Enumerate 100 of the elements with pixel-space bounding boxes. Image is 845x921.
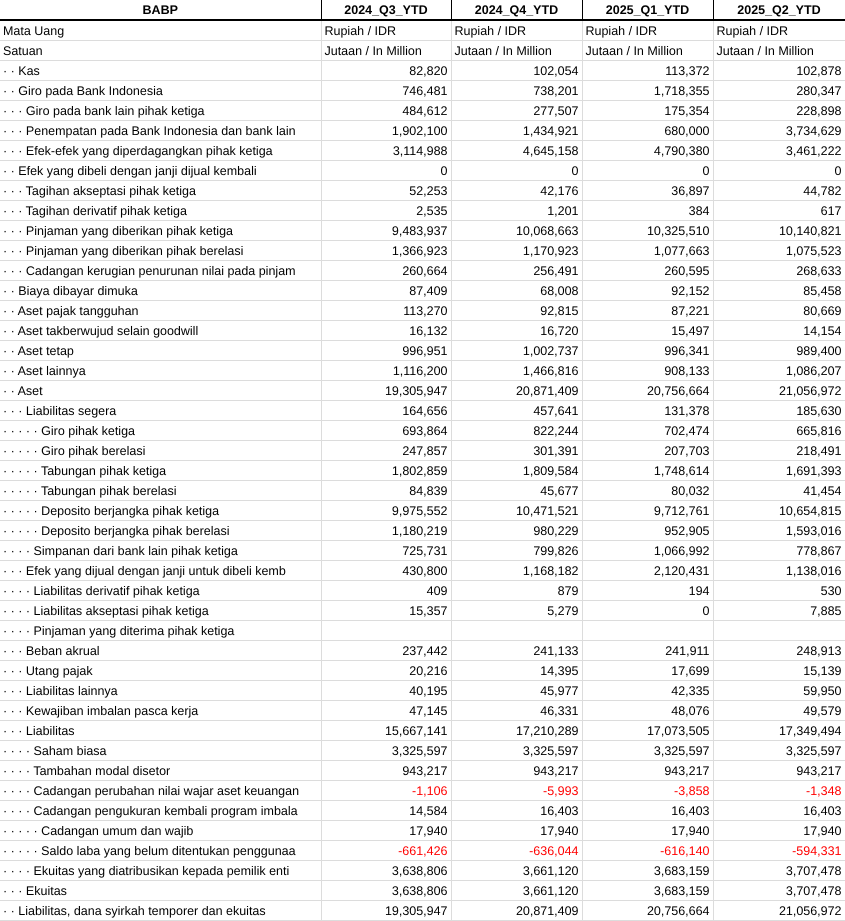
table-cell: 20,756,664 bbox=[582, 900, 713, 920]
table-cell: 92,152 bbox=[582, 280, 713, 300]
table-cell: 1,066,992 bbox=[582, 540, 713, 560]
table-cell: 3,683,159 bbox=[582, 860, 713, 880]
table-cell: 19,305,947 bbox=[321, 380, 451, 400]
column-header: 2025_Q2_YTD bbox=[713, 0, 845, 20]
table-cell: Rupiah / IDR bbox=[321, 20, 451, 40]
table-cell: 3,638,806 bbox=[321, 860, 451, 880]
table-cell: 1,718,355 bbox=[582, 80, 713, 100]
table-cell: 1,466,816 bbox=[451, 360, 582, 380]
table-cell: 3,325,597 bbox=[321, 740, 451, 760]
table-cell: 49,579 bbox=[713, 700, 845, 720]
table-cell: 702,474 bbox=[582, 420, 713, 440]
table-cell: 19,305,947 bbox=[321, 900, 451, 920]
row-label: · · Kas bbox=[0, 60, 321, 80]
table-cell: Jutaan / In Million bbox=[451, 40, 582, 60]
table-cell: -1,348 bbox=[713, 780, 845, 800]
table-cell: 409 bbox=[321, 580, 451, 600]
table-cell: 260,664 bbox=[321, 260, 451, 280]
row-label: · · · · · Giro pihak berelasi bbox=[0, 440, 321, 460]
row-label: · · Aset takberwujud selain goodwill bbox=[0, 320, 321, 340]
table-cell: 17,349,494 bbox=[713, 720, 845, 740]
table-cell: 1,748,614 bbox=[582, 460, 713, 480]
table-cell: -616,140 bbox=[582, 840, 713, 860]
table-cell: 1,809,584 bbox=[451, 460, 582, 480]
table-cell: 2,120,431 bbox=[582, 560, 713, 580]
row-label: · · Giro pada Bank Indonesia bbox=[0, 80, 321, 100]
table-cell: 1,691,393 bbox=[713, 460, 845, 480]
table-cell: Rupiah / IDR bbox=[451, 20, 582, 40]
table-cell: 16,720 bbox=[451, 320, 582, 340]
table-cell: 980,229 bbox=[451, 520, 582, 540]
table-cell: 3,661,120 bbox=[451, 860, 582, 880]
table-cell: 996,951 bbox=[321, 340, 451, 360]
row-label: · · · Pinjaman yang diberikan pihak berelasi bbox=[0, 240, 321, 260]
row-label: · · · · Liabilitas akseptasi pihak ketiga bbox=[0, 600, 321, 620]
table-cell: -1,106 bbox=[321, 780, 451, 800]
row-label: · · · Kewajiban imbalan pasca kerja bbox=[0, 700, 321, 720]
table-cell: 943,217 bbox=[713, 760, 845, 780]
table-cell: 1,802,859 bbox=[321, 460, 451, 480]
table-cell: 4,790,380 bbox=[582, 140, 713, 160]
row-label: · · Liabilitas, dana syirkah temporer dan ekuitas bbox=[0, 900, 321, 920]
table-cell: 1,902,100 bbox=[321, 120, 451, 140]
table-cell: 1,434,921 bbox=[451, 120, 582, 140]
table-cell: 0 bbox=[451, 160, 582, 180]
table-cell: 16,132 bbox=[321, 320, 451, 340]
table-cell: 0 bbox=[713, 160, 845, 180]
table-cell: 218,491 bbox=[713, 440, 845, 460]
table-cell: Rupiah / IDR bbox=[713, 20, 845, 40]
row-label: · · · Liabilitas bbox=[0, 720, 321, 740]
table-cell: 7,885 bbox=[713, 600, 845, 620]
table-cell: 778,867 bbox=[713, 540, 845, 560]
table-cell: 15,667,141 bbox=[321, 720, 451, 740]
table-cell: 693,864 bbox=[321, 420, 451, 440]
table-cell: 175,354 bbox=[582, 100, 713, 120]
table-cell: 42,176 bbox=[451, 180, 582, 200]
table-cell: 207,703 bbox=[582, 440, 713, 460]
table-cell: 3,683,159 bbox=[582, 880, 713, 900]
table-cell: 1,593,016 bbox=[713, 520, 845, 540]
table-cell: 10,068,663 bbox=[451, 220, 582, 240]
row-label: · · · Ekuitas bbox=[0, 880, 321, 900]
row-label: · · · Giro pada bank lain pihak ketiga bbox=[0, 100, 321, 120]
table-cell: 457,641 bbox=[451, 400, 582, 420]
table-cell: 3,325,597 bbox=[713, 740, 845, 760]
table-cell: 241,911 bbox=[582, 640, 713, 660]
row-label: · · · · Saham biasa bbox=[0, 740, 321, 760]
table-cell: 484,612 bbox=[321, 100, 451, 120]
row-label: · · · · Cadangan perubahan nilai wajar aset keuangan bbox=[0, 780, 321, 800]
table-cell: 5,279 bbox=[451, 600, 582, 620]
table-cell: 48,076 bbox=[582, 700, 713, 720]
row-label: · · · · Liabilitas derivatif pihak ketiga bbox=[0, 580, 321, 600]
table-cell: 3,661,120 bbox=[451, 880, 582, 900]
table-cell: 80,032 bbox=[582, 480, 713, 500]
row-label: · · · Penempatan pada Bank Indonesia dan bank lain bbox=[0, 120, 321, 140]
table-cell: 0 bbox=[321, 160, 451, 180]
table-cell: 92,815 bbox=[451, 300, 582, 320]
table-cell: 15,139 bbox=[713, 660, 845, 680]
table-cell: 0 bbox=[582, 600, 713, 620]
table-cell: 1,366,923 bbox=[321, 240, 451, 260]
table-cell: 280,347 bbox=[713, 80, 845, 100]
table-cell: 45,977 bbox=[451, 680, 582, 700]
table-cell: -636,044 bbox=[451, 840, 582, 860]
table-cell: 20,871,409 bbox=[451, 900, 582, 920]
table-cell: 185,630 bbox=[713, 400, 845, 420]
table-cell: 2,535 bbox=[321, 200, 451, 220]
table-cell: 102,878 bbox=[713, 60, 845, 80]
row-label: · · · · Pinjaman yang diterima pihak ketiga bbox=[0, 620, 321, 640]
table-cell: -661,426 bbox=[321, 840, 451, 860]
table-cell: 908,133 bbox=[582, 360, 713, 380]
table-cell: -5,993 bbox=[451, 780, 582, 800]
table-cell: 943,217 bbox=[321, 760, 451, 780]
table-cell: 665,816 bbox=[713, 420, 845, 440]
row-label: · · · · Simpanan dari bank lain pihak ketiga bbox=[0, 540, 321, 560]
table-cell: 228,898 bbox=[713, 100, 845, 120]
row-label: · · · · · Deposito berjangka pihak ketiga bbox=[0, 500, 321, 520]
table-cell: 1,168,182 bbox=[451, 560, 582, 580]
table-cell: 952,905 bbox=[582, 520, 713, 540]
row-label: · · Aset tetap bbox=[0, 340, 321, 360]
table-cell: 3,114,988 bbox=[321, 140, 451, 160]
table-cell: 17,940 bbox=[582, 820, 713, 840]
table-cell: 247,857 bbox=[321, 440, 451, 460]
